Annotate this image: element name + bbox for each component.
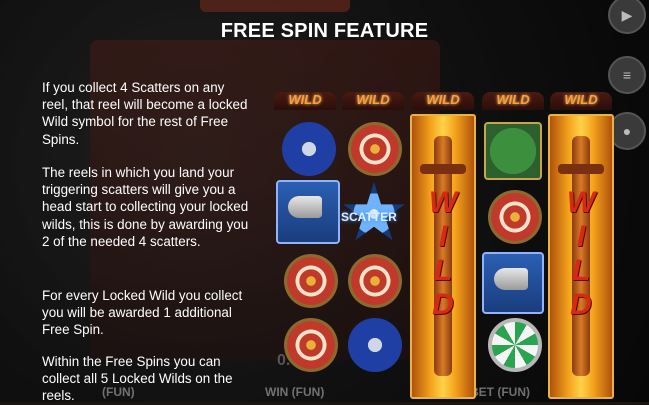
reel-area: WILD WILD WILD WILD WILD SCATTER WILD WI…	[270, 92, 615, 402]
shield-blue-symbol	[282, 122, 336, 176]
shield-red-symbol	[348, 122, 402, 176]
paragraph-scatters: If you collect 4 Scatters on any reel, t…	[42, 80, 248, 147]
shield-green-symbol	[488, 318, 542, 372]
reel-tag-5: WILD	[550, 92, 612, 110]
locked-wild-text: WILD	[566, 186, 596, 321]
horn-symbol	[482, 252, 544, 314]
locked-wild-reel-3: WILD	[410, 114, 476, 399]
reel-tag-1: WILD	[274, 92, 336, 110]
sword-guard-icon	[420, 164, 466, 174]
locked-wild-text: WILD	[428, 186, 458, 321]
coin-stack-icon[interactable]: ≡	[608, 56, 646, 94]
shield-blue-symbol	[348, 318, 402, 372]
axes-symbol	[484, 122, 542, 180]
paragraph-head-start: The reels in which you land your trigger…	[42, 165, 249, 249]
paragraph-all-wilds: Within the Free Spins you can collect al…	[42, 354, 233, 404]
balance-label: (FUN)	[102, 385, 135, 399]
reel-tag-3: WILD	[412, 92, 474, 110]
horn-symbol	[276, 180, 340, 244]
sword-guard-icon	[558, 164, 604, 174]
shield-red-symbol	[488, 190, 542, 244]
scatter-label: SCATTER	[341, 210, 397, 224]
shield-red-symbol	[348, 254, 402, 308]
paragraph-extra-spin: For every Locked Wild you collect you wi…	[42, 288, 243, 338]
reel-tag-4: WILD	[482, 92, 544, 110]
shield-red-symbol	[284, 254, 338, 308]
page-title: FREE SPIN FEATURE	[220, 20, 429, 42]
shield-red-symbol	[284, 318, 338, 372]
reel-tag-2: WILD	[342, 92, 404, 110]
locked-wild-reel-5: WILD	[548, 114, 614, 399]
